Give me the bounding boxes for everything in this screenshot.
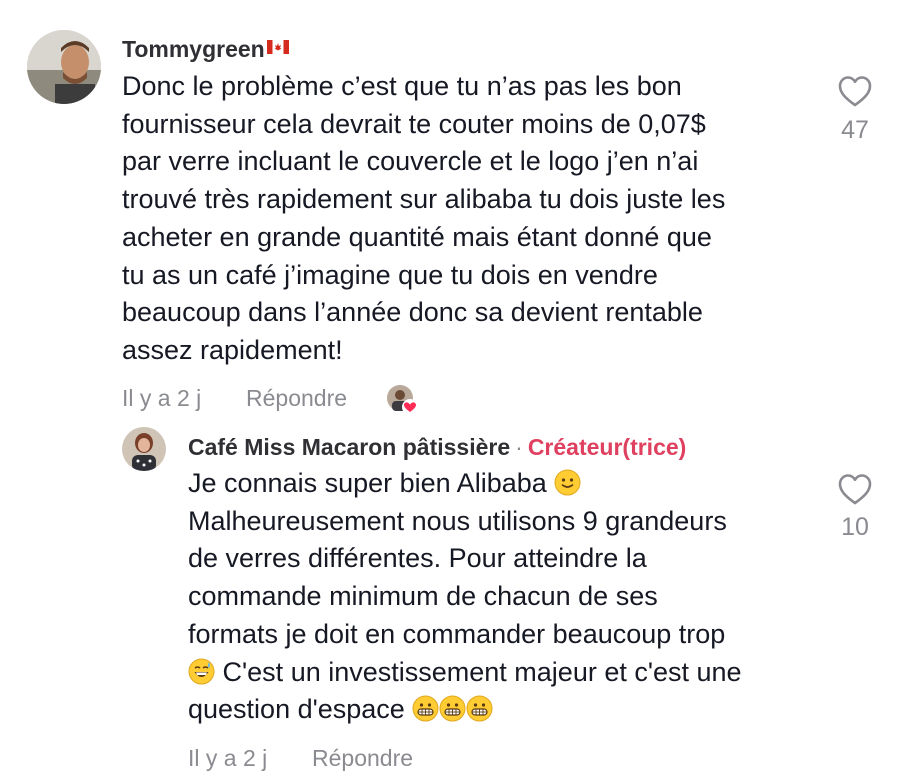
comment-line: question d'espace — [188, 691, 742, 729]
reply-button[interactable]: Répondre — [246, 385, 347, 412]
comment-line: commande minimum de chacun de ses — [188, 581, 658, 612]
comment-line: par verre incluant le couvercle et le lo… — [122, 146, 699, 177]
separator-dot: · — [515, 434, 523, 460]
grinning-sweat-emoji — [188, 658, 215, 685]
reply-body: Je connais super bien Alibaba Malheureus… — [188, 465, 742, 729]
comment-line: trouvé très rapidement sur alibaba tu do… — [122, 184, 726, 215]
comment-timestamp: Il y a 2 j — [122, 385, 202, 411]
heart-outline-icon[interactable] — [837, 74, 873, 108]
commenter-avatar[interactable] — [27, 30, 101, 104]
grimacing-face-emoji — [412, 695, 439, 722]
creator-badge: Créateur(trice) — [527, 434, 687, 460]
creator-liked-heart-icon — [386, 384, 420, 416]
comment-line: Donc le problème c’est que tu n’as pas l… — [122, 71, 682, 101]
comment-line: tu as un café j’imagine que tu dois en v… — [122, 259, 658, 290]
comment-body: Donc le problème c’est que tu n’as pas l… — [122, 68, 725, 370]
comment-line: beaucoup dans l’année donc sa devient re… — [122, 297, 703, 328]
reply-button[interactable]: Répondre — [312, 745, 413, 772]
comment-line: C'est un investissement majeur et c'est … — [188, 654, 742, 692]
like-count: 10 — [841, 513, 869, 541]
canada-flag-icon — [266, 40, 289, 54]
comment-line: fournisseur cela devrait te couter moins… — [122, 108, 706, 139]
comment-line: acheter en grande quantité mais étant do… — [122, 221, 712, 252]
comment-line: assez rapidement! — [122, 334, 343, 365]
comment-line: Je connais super bien Alibaba — [188, 465, 742, 503]
grimacing-face-emoji — [466, 695, 493, 722]
creator-avatar[interactable] — [122, 427, 166, 471]
comment-line: formats je doit en commander beaucoup tr… — [188, 618, 726, 649]
comment-line: de verres différentes. Pour atteindre la — [188, 543, 647, 574]
creator-username[interactable]: Café Miss Macaron pâtissière · Créateur(tr… — [188, 434, 686, 461]
heart-outline-icon[interactable] — [837, 472, 873, 506]
grimacing-face-emoji — [439, 695, 466, 722]
slightly-smiling-face-emoji — [554, 469, 581, 496]
comment-line: Malheureusement nous utilisons 9 grandeu… — [188, 505, 727, 536]
like-count: 47 — [841, 116, 869, 144]
commenter-username[interactable]: Tommygreen — [122, 36, 289, 63]
reply-timestamp: Il y a 2 j — [188, 745, 268, 771]
